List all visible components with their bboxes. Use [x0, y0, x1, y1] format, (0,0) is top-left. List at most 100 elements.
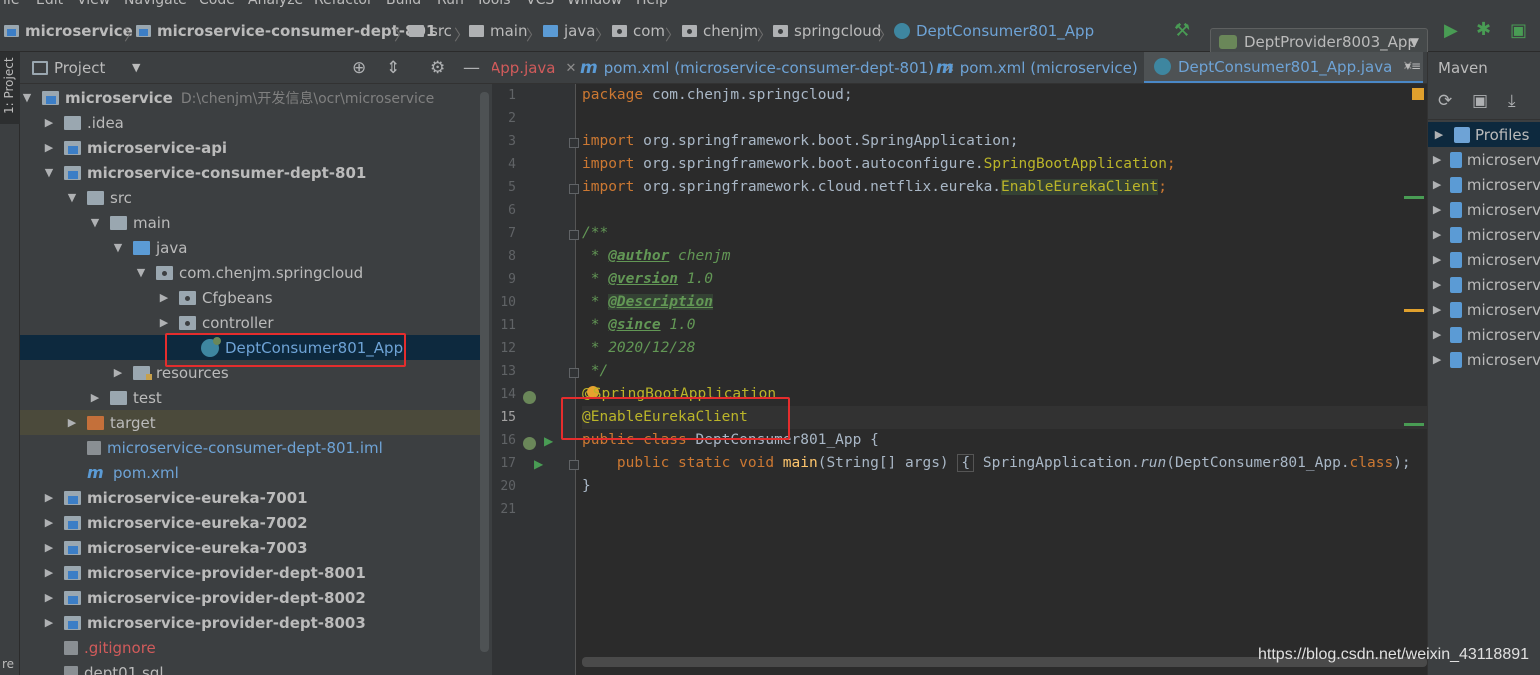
collapse-all-icon[interactable]: ⇕	[386, 58, 400, 78]
breadcrumb-src[interactable]: src	[409, 21, 452, 41]
project-tool-tab[interactable]: 1: Project	[0, 52, 20, 124]
maven-project-item[interactable]: ▶ microserv	[1428, 297, 1540, 322]
menu-build[interactable]: Build	[386, 0, 421, 8]
chevron-right-icon[interactable]: ▶	[42, 541, 56, 554]
fold-marker-icon[interactable]	[569, 184, 579, 194]
menu-navigate[interactable]: Navigate	[124, 0, 187, 8]
breadcrumb-microservice[interactable]: microservice	[4, 21, 133, 41]
chevron-right-icon[interactable]: ▶	[1432, 303, 1442, 316]
tree-item-package[interactable]: ▼ com.chenjm.springcloud	[20, 260, 480, 285]
chevron-down-icon[interactable]: ▼	[132, 61, 140, 74]
menu-refactor[interactable]: Refactor	[314, 0, 373, 8]
run-icon[interactable]: ▶	[1444, 20, 1458, 41]
structure-tool-tab[interactable]: re	[2, 657, 14, 671]
tree-item-eureka-7003[interactable]: ▶ microservice-eureka-7003	[20, 535, 480, 560]
close-icon[interactable]: ✕	[566, 61, 577, 76]
breadcrumb-consumer-module[interactable]: microservice-consumer-dept-801	[136, 21, 436, 41]
chevron-down-icon[interactable]: ▼	[134, 266, 148, 279]
generate-sources-icon[interactable]: ▣	[1472, 91, 1488, 111]
tree-item-eureka-7001[interactable]: ▶ microservice-eureka-7001	[20, 485, 480, 510]
chevron-right-icon[interactable]: ▶	[42, 116, 56, 129]
tab-list-icon[interactable]: ▾≡	[1405, 59, 1421, 73]
chevron-right-icon[interactable]: ▶	[42, 616, 56, 629]
reload-icon[interactable]: ⟳	[1438, 91, 1452, 111]
project-scrollbar[interactable]	[480, 92, 489, 652]
spring-bean-icon[interactable]	[523, 437, 536, 450]
project-view-selector[interactable]: Project	[54, 59, 105, 77]
chevron-down-icon[interactable]: ▼	[20, 91, 34, 104]
tree-item-idea[interactable]: ▶ .idea	[20, 110, 480, 135]
chevron-right-icon[interactable]: ▶	[42, 591, 56, 604]
tree-item-gitignore[interactable]: .gitignore	[20, 635, 480, 660]
chevron-right-icon[interactable]: ▶	[42, 566, 56, 579]
tree-item-iml-file[interactable]: microservice-consumer-dept-801.iml	[20, 435, 480, 460]
chevron-down-icon[interactable]: ▼	[65, 191, 79, 204]
run-gutter-icon[interactable]: ▶	[544, 434, 553, 448]
chevron-right-icon[interactable]: ▶	[1432, 203, 1442, 216]
tab-app-java[interactable]: App.java ✕	[492, 52, 577, 83]
menu-tools[interactable]: Tools	[476, 0, 511, 8]
tree-item-microservice-api[interactable]: ▶ microservice-api	[20, 135, 480, 160]
build-hammer-icon[interactable]: ⚒	[1174, 20, 1190, 41]
chevron-down-icon[interactable]: ▼	[42, 166, 56, 179]
breadcrumb-chenjm[interactable]: chenjm	[682, 21, 758, 41]
fold-marker-icon[interactable]	[569, 368, 579, 378]
menu-code[interactable]: Code	[199, 0, 235, 8]
chevron-down-icon[interactable]: ▼	[111, 241, 125, 254]
chevron-right-icon[interactable]: ▶	[111, 366, 125, 379]
breadcrumb-com[interactable]: com	[612, 21, 665, 41]
breadcrumb-class[interactable]: DeptConsumer801_App	[894, 21, 1094, 41]
warning-indicator[interactable]	[1412, 88, 1424, 100]
tree-item-cfgbeans[interactable]: ▶ Cfgbeans	[20, 285, 480, 310]
maven-project-item[interactable]: ▶ microserv	[1428, 172, 1540, 197]
tree-item-consumer-dept-801[interactable]: ▼ microservice-consumer-dept-801	[20, 160, 480, 185]
run-with-coverage-icon[interactable]: ▣	[1510, 20, 1527, 41]
maven-project-item[interactable]: ▶ microserv	[1428, 272, 1540, 297]
tree-item-java[interactable]: ▼ java	[20, 235, 480, 260]
tab-dept-consumer-app[interactable]: DeptConsumer801_App.java ✕	[1144, 52, 1424, 83]
gear-icon[interactable]: ⚙	[430, 58, 445, 78]
breadcrumb-java[interactable]: java	[543, 21, 595, 41]
tree-item-provider-8003[interactable]: ▶ microservice-provider-dept-8003	[20, 610, 480, 635]
chevron-right-icon[interactable]: ▶	[42, 516, 56, 529]
download-icon[interactable]: ⤓	[1508, 91, 1516, 111]
tree-item-main[interactable]: ▼ main	[20, 210, 480, 235]
chevron-right-icon[interactable]: ▶	[1432, 328, 1442, 341]
maven-project-item[interactable]: ▶ microserv	[1428, 347, 1540, 372]
tree-item-src[interactable]: ▼ src	[20, 185, 480, 210]
chevron-right-icon[interactable]: ▶	[1432, 178, 1442, 191]
chevron-down-icon[interactable]: ▼	[88, 216, 102, 229]
menu-window[interactable]: Window	[567, 0, 622, 8]
menu-file[interactable]: File	[0, 0, 19, 8]
tree-item-eureka-7002[interactable]: ▶ microservice-eureka-7002	[20, 510, 480, 535]
tree-root-microservice[interactable]: ▼ microservice D:\chenjm\开发信息\ocr\micros…	[20, 85, 480, 110]
breadcrumb-main[interactable]: main	[469, 21, 527, 41]
fold-marker-icon[interactable]	[569, 460, 579, 470]
menu-run[interactable]: Run	[437, 0, 464, 8]
chevron-right-icon[interactable]: ▶	[42, 491, 56, 504]
maven-profiles[interactable]: ▶ Profiles	[1428, 122, 1540, 147]
menu-analyze[interactable]: Analyze	[248, 0, 303, 8]
chevron-right-icon[interactable]: ▶	[1432, 128, 1446, 141]
menu-help[interactable]: Help	[636, 0, 668, 8]
maven-project-item[interactable]: ▶ microserv	[1428, 197, 1540, 222]
menu-edit[interactable]: Edit	[36, 0, 63, 8]
menu-view[interactable]: View	[77, 0, 110, 8]
chevron-right-icon[interactable]: ▶	[157, 291, 171, 304]
run-gutter-icon[interactable]: ▶	[534, 457, 543, 471]
tree-item-controller[interactable]: ▶ controller	[20, 310, 480, 335]
debug-bug-icon[interactable]: ✱	[1476, 19, 1491, 40]
maven-project-item[interactable]: ▶ microserv	[1428, 247, 1540, 272]
spring-bean-icon[interactable]	[523, 391, 536, 404]
maven-project-item[interactable]: ▶ microserv	[1428, 222, 1540, 247]
tab-pom-root[interactable]: m pom.xml (microservice) ✕	[936, 52, 1159, 83]
chevron-right-icon[interactable]: ▶	[1432, 228, 1442, 241]
chevron-right-icon[interactable]: ▶	[1432, 153, 1442, 166]
chevron-right-icon[interactable]: ▶	[1432, 353, 1442, 366]
breadcrumb-springcloud[interactable]: springcloud	[773, 21, 881, 41]
folded-body[interactable]: {	[957, 454, 975, 472]
tab-pom-consumer[interactable]: m pom.xml (microservice-consumer-dept-80…	[580, 52, 955, 83]
tree-item-sql[interactable]: dept01.sql	[20, 660, 480, 675]
tree-item-provider-8002[interactable]: ▶ microservice-provider-dept-8002	[20, 585, 480, 610]
tree-item-provider-8001[interactable]: ▶ microservice-provider-dept-8001	[20, 560, 480, 585]
